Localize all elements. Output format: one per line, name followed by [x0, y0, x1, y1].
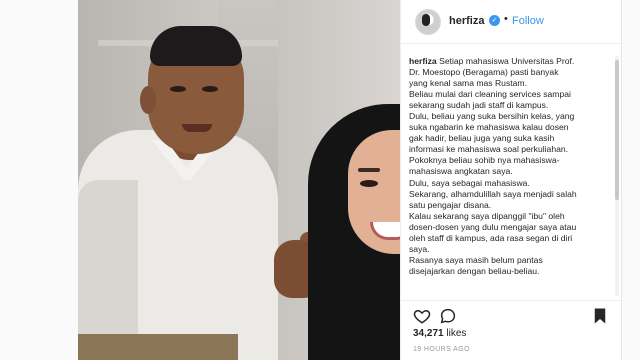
- heart-icon[interactable]: [413, 307, 431, 325]
- caption-line: Dr. Moestopo (Beragama) pasti banyak: [409, 67, 559, 78]
- man-ear: [140, 86, 156, 114]
- caption-line: Rasanya saya masih belum pantas: [409, 254, 543, 265]
- likes-count[interactable]: 34,271 likes: [413, 328, 466, 339]
- caption-line: Sekarang, alhamdulillah saya menjadi sal…: [409, 188, 577, 199]
- caption-line: yang kenal sama mas Rustam.: [409, 78, 527, 89]
- caption-line: satu pengajar disana.: [409, 199, 492, 210]
- caption-text: Setiap mahasiswa Universitas Prof.: [439, 56, 575, 66]
- caption-line: informasi ke mahasiswa soal perkuliahan.: [409, 144, 569, 155]
- instagram-post: herfiza ✓ • Follow herfiza Setiap mahasi…: [0, 0, 640, 360]
- caption-line: oleh staff di kampus, ada rasa segan di …: [409, 232, 573, 243]
- caption-line: gak hadir, beliau juga yang suka kasih: [409, 133, 555, 144]
- verified-badge-icon: ✓: [489, 15, 500, 26]
- likes-number: 34,271: [413, 328, 444, 339]
- man-eye-left: [170, 86, 186, 92]
- caption-line: Pokoknya beliau sohib nya mahasiswa-: [409, 155, 560, 166]
- username-link[interactable]: herfiza: [449, 15, 484, 27]
- caption-owner-link[interactable]: herfiza: [409, 56, 437, 66]
- post-photo[interactable]: [78, 0, 400, 360]
- man-hair: [150, 26, 242, 66]
- caption-line: dosen-dosen yang dulu mengajar saya atau: [409, 221, 577, 232]
- man-mouth: [182, 124, 212, 132]
- post-header: herfiza ✓ • Follow: [401, 0, 623, 44]
- post-timestamp[interactable]: 19 HOURS AGO: [413, 346, 470, 353]
- woman-eye-left: [360, 180, 378, 187]
- man-shirt-shadow: [78, 180, 138, 360]
- woman-brow-left: [358, 168, 380, 172]
- follow-button[interactable]: Follow: [512, 15, 544, 27]
- caption-line: mahasiswa angkatan saya.: [409, 166, 513, 177]
- caption-scrollbar-thumb[interactable]: [615, 60, 619, 200]
- avatar[interactable]: [415, 9, 441, 35]
- caption: herfiza Setiap mahasiswa Universitas Pro…: [409, 56, 615, 298]
- caption-line: sekarang sudah jadi staff di kampus.: [409, 100, 549, 111]
- caption-line: disejajarkan dengan beliau-beliau.: [409, 265, 540, 276]
- caption-line: suka ngabarin ke mahasiswa kalau dosen: [409, 122, 569, 133]
- post-side-panel: herfiza ✓ • Follow herfiza Setiap mahasi…: [400, 0, 623, 360]
- comment-icon[interactable]: [439, 307, 457, 325]
- caption-line: Dulu, beliau yang suka bersihin kelas, y…: [409, 111, 575, 122]
- caption-line: Kalau sekarang saya dipanggil "ibu" oleh: [409, 210, 565, 221]
- man-eye-right: [202, 86, 218, 92]
- bookmark-icon[interactable]: [591, 307, 609, 325]
- likes-label: likes: [446, 328, 467, 339]
- caption-line: herfiza Setiap mahasiswa Universitas Pro…: [409, 56, 615, 67]
- caption-line: Beliau mulai dari cleaning services samp…: [409, 89, 571, 100]
- caption-line: saya.: [409, 243, 430, 254]
- separator-dot: •: [504, 13, 508, 25]
- man-pants: [78, 334, 238, 360]
- action-bar: [401, 300, 623, 328]
- caption-line: Dulu, saya sebagai mahasiswa.: [409, 177, 530, 188]
